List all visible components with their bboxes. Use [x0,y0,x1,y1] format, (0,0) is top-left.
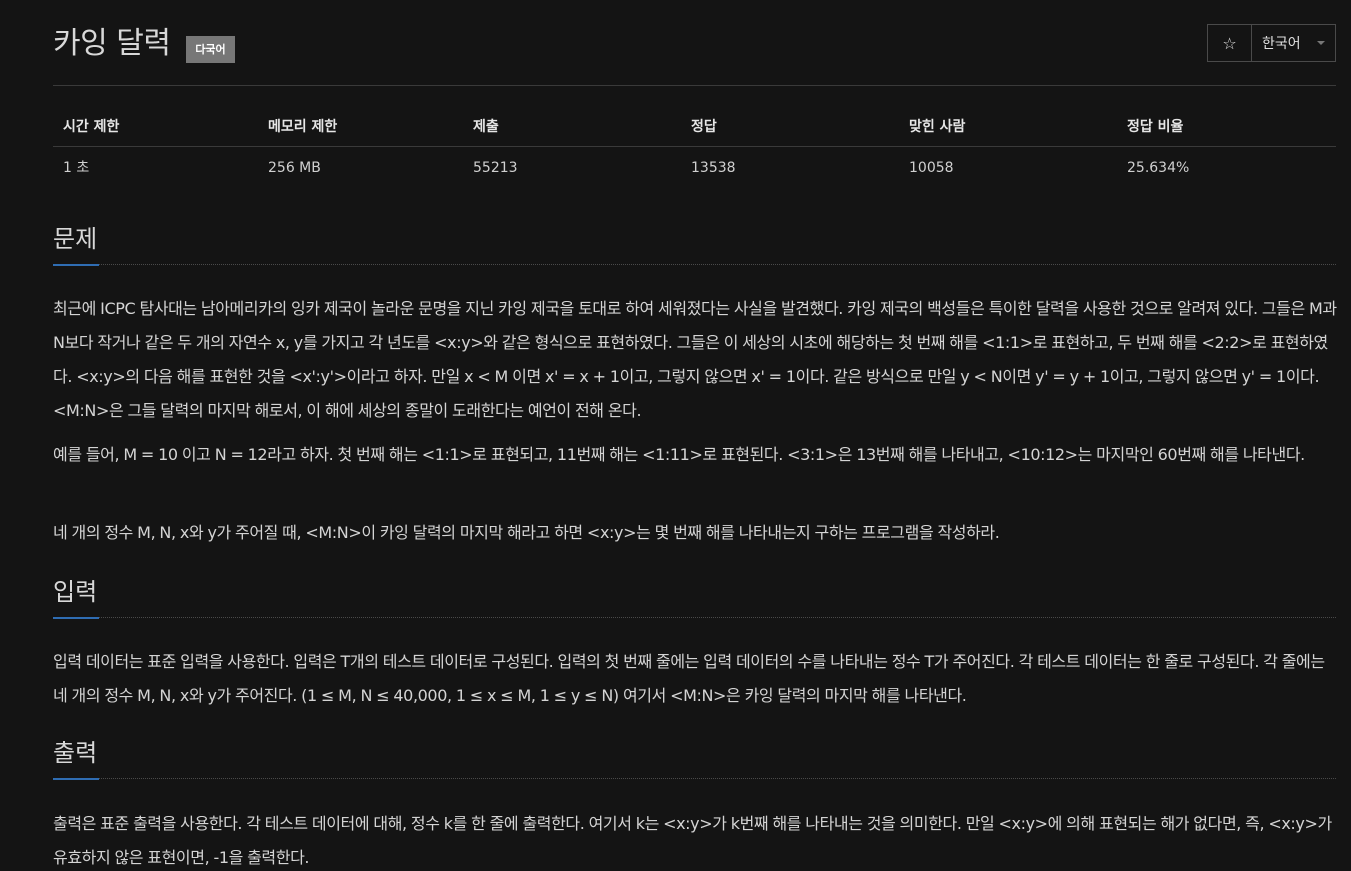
input-paragraph: 입력 데이터는 표준 입력을 사용한다. 입력은 T개의 테스트 데이터로 구성… [53,652,1325,705]
problem-title: 카잉 달력 [53,26,171,61]
section-accent [53,264,99,266]
language-dropdown[interactable]: 한국어 [1252,25,1335,61]
chevron-down-icon [1316,41,1325,45]
problem-paragraph-1: 최근에 ICPC 탐사대는 남아메리카의 잉카 제국이 놀라운 문명을 지닌 카… [53,299,1337,420]
section-divider [53,264,1336,265]
header-divider [53,85,1336,86]
header-ratio: 정답 비율 [1127,119,1184,135]
header-actions: ☆ 한국어 [1207,24,1336,62]
section-accent [53,778,99,780]
section-divider [53,778,1336,779]
header-submissions: 제출 [473,119,499,135]
value-submissions: 55213 [473,160,518,176]
star-icon: ☆ [1222,33,1237,53]
problem-paragraph-3: 네 개의 정수 M, N, x와 y가 주어질 때, <M:N>이 카잉 달력의… [53,523,1000,542]
section-header-input: 입력 [53,576,1336,619]
value-time-limit: 1 초 [63,160,90,176]
section-divider [53,617,1336,618]
header-time-limit: 시간 제한 [63,119,120,135]
language-label: 한국어 [1262,36,1301,52]
output-paragraph: 출력은 표준 출력을 사용한다. 각 테스트 데이터에 대해, 정수 k를 한 … [53,814,1332,867]
table-row: 1 초 256 MB 55213 13538 10058 25.634% [53,147,1336,187]
header-memory-limit: 메모리 제한 [268,119,338,135]
section-accent [53,617,99,619]
value-memory-limit: 256 MB [268,160,321,176]
value-accepted: 13538 [691,160,736,176]
section-header-output: 출력 [53,737,1336,780]
section-header-problem: 문제 [53,223,1336,266]
section-title-input: 입력 [53,578,98,606]
star-button[interactable]: ☆ [1208,25,1252,61]
problem-page: 카잉 달력 다국어 ☆ 한국어 시간 제한 메모리 제한 제출 정답 맞힌 사람… [0,0,1351,871]
problem-info-table: 시간 제한 메모리 제한 제출 정답 맞힌 사람 정답 비율 1 초 256 M… [53,106,1336,187]
table-header-row: 시간 제한 메모리 제한 제출 정답 맞힌 사람 정답 비율 [53,106,1336,147]
problem-paragraph-2: 예를 들어, M = 10 이고 N = 12라고 하자. 첫 번째 해는 <1… [53,445,1305,464]
value-solvers: 10058 [909,160,954,176]
section-title-problem: 문제 [53,225,98,253]
value-ratio: 25.634% [1127,160,1190,176]
header-solvers: 맞힌 사람 [909,119,966,135]
header-accepted: 정답 [691,119,717,135]
section-title-output: 출력 [53,739,98,767]
multilang-badge[interactable]: 다국어 [186,36,235,63]
